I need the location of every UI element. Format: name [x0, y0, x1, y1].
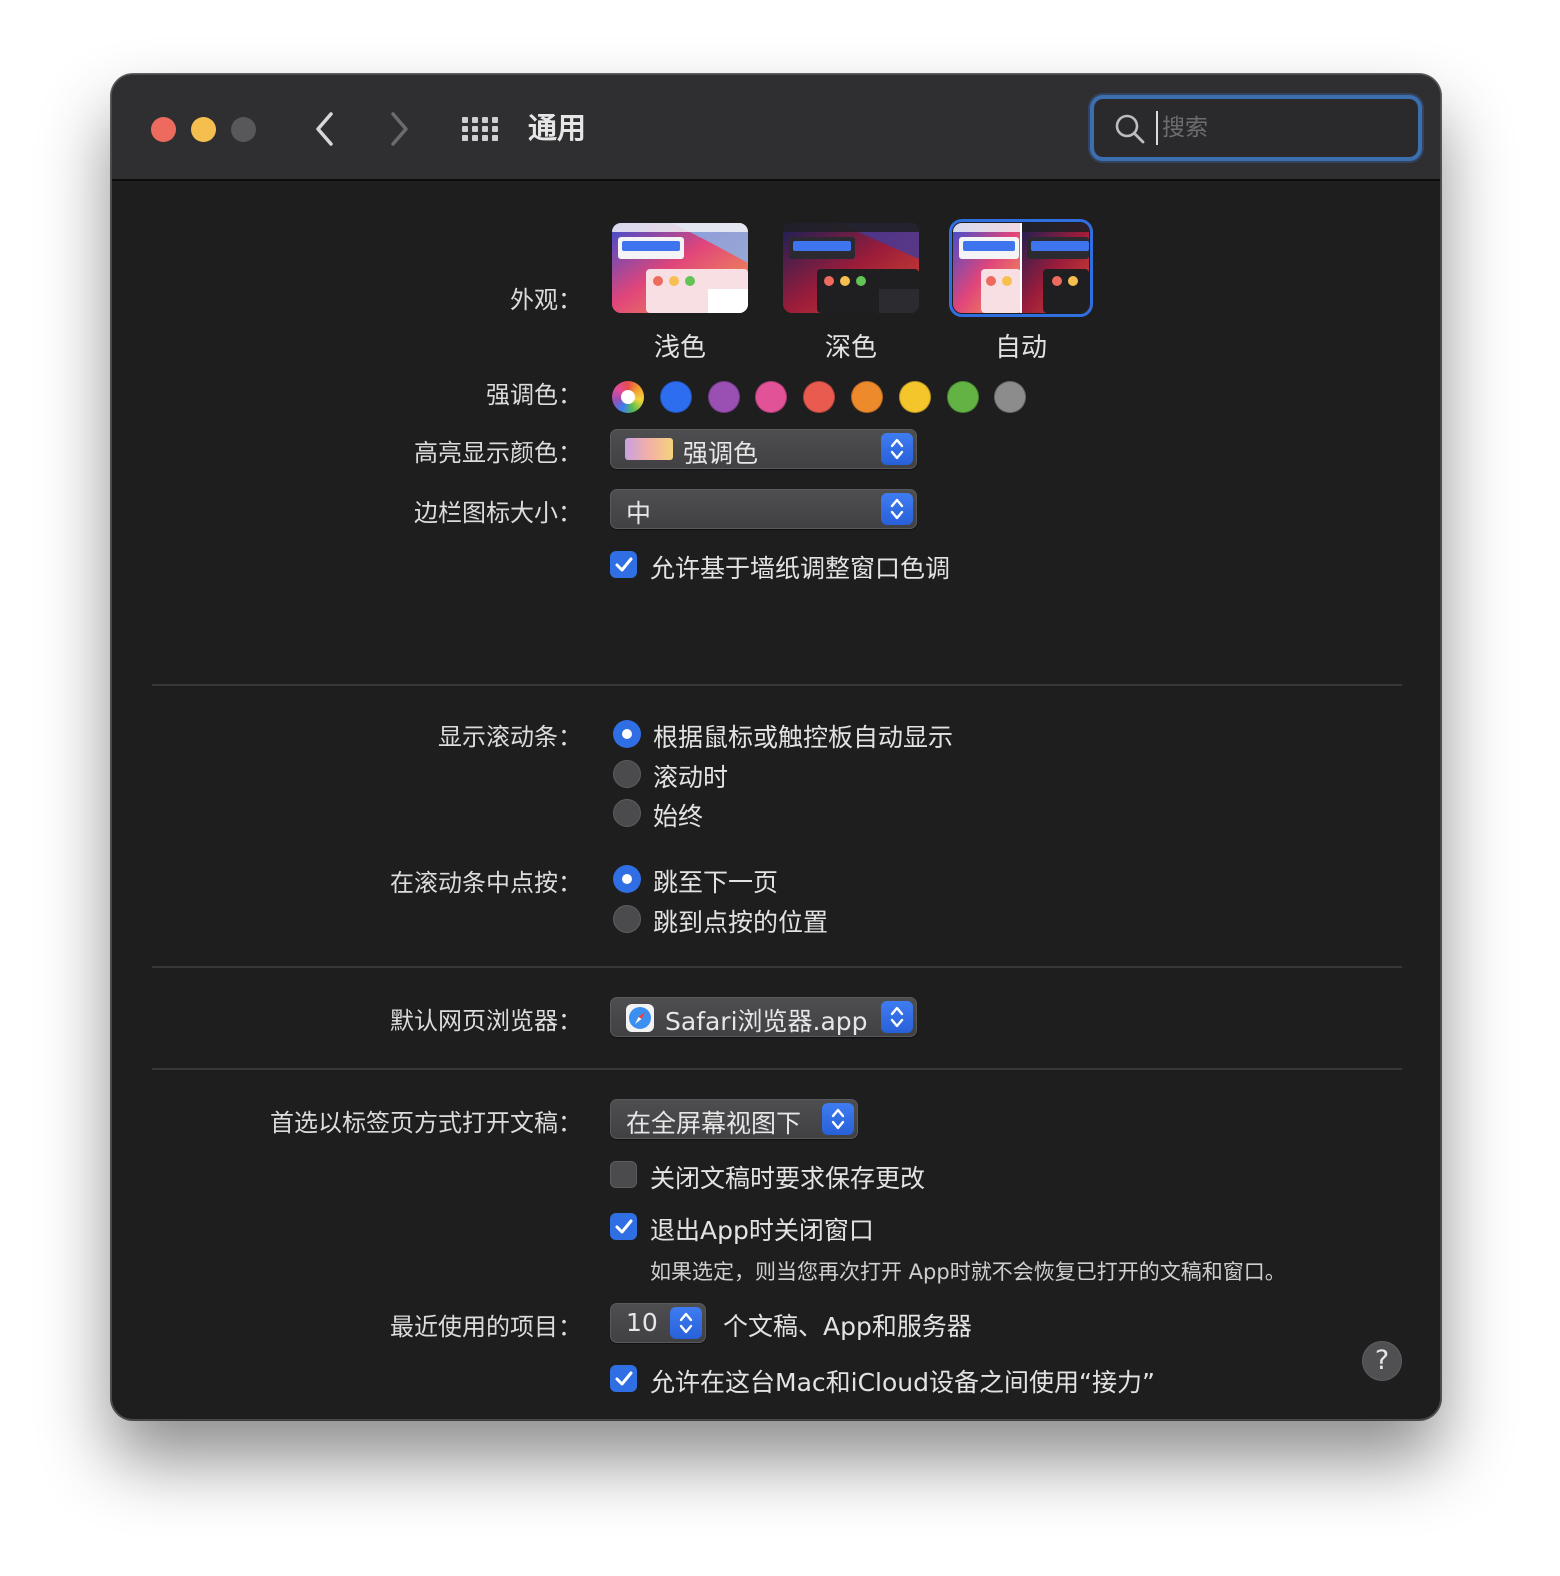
system-preferences-window: 通用 外观：	[111, 74, 1441, 1420]
window-title: 通用	[528, 111, 587, 145]
accent-color-swatch[interactable]	[755, 381, 787, 413]
scroll-bars-automatic-radio[interactable]	[613, 720, 641, 748]
checkmark-icon	[615, 557, 632, 571]
click-scroll-bar-label: 在滚动条中点按：	[390, 869, 582, 897]
grid-icon	[462, 117, 498, 141]
accent-color-swatch[interactable]	[899, 381, 931, 413]
default-browser-label: 默认网页浏览器：	[390, 1007, 582, 1035]
sidebar-icon-size-label: 边栏图标大小：	[414, 499, 582, 527]
highlight-swatch-icon	[625, 438, 673, 460]
accent-color-swatch[interactable]	[851, 381, 883, 413]
appearance-auto-thumbnail[interactable]	[949, 219, 1093, 317]
appearance-label: 外观：	[510, 286, 582, 314]
appearance-light-label: 浅色	[653, 333, 706, 363]
jump-next-page-label: 跳至下一页	[653, 868, 779, 897]
search-icon	[1115, 114, 1145, 144]
back-button[interactable]	[305, 109, 345, 149]
divider	[152, 966, 1402, 968]
appearance-dark-label: 深色	[824, 333, 877, 363]
accent-color-swatch[interactable]	[947, 381, 979, 413]
safari-icon	[626, 1004, 654, 1032]
accent-color-swatch[interactable]	[708, 381, 740, 413]
appearance-light-thumbnail[interactable]	[612, 223, 748, 313]
highlight-color-popup[interactable]: 强调色	[610, 429, 917, 469]
show-all-button[interactable]	[458, 109, 502, 149]
handoff-checkbox[interactable]	[610, 1365, 637, 1392]
popup-arrows-icon	[881, 493, 913, 525]
recent-items-popup[interactable]: 10	[610, 1303, 706, 1343]
chevron-left-icon	[316, 112, 333, 146]
jump-next-page-radio[interactable]	[613, 865, 641, 893]
jump-to-spot-label: 跳到点按的位置	[653, 908, 829, 937]
ask-keep-changes-checkbox[interactable]	[610, 1161, 637, 1188]
chevron-right-icon	[391, 112, 408, 146]
sidebar-icon-size-value: 中	[626, 499, 652, 528]
close-windows-label: 退出App时关闭窗口	[650, 1216, 874, 1245]
checkmark-icon	[615, 1371, 632, 1385]
accent-color-swatch[interactable]	[994, 381, 1026, 413]
popup-arrows-icon	[881, 1001, 913, 1033]
scroll-bars-always-label: 始终	[653, 802, 704, 831]
default-browser-popup[interactable]: Safari浏览器.app	[610, 997, 917, 1037]
zoom-window-button[interactable]	[231, 117, 256, 142]
default-browser-value: Safari浏览器.app	[665, 1007, 868, 1036]
general-pane: 外观： 浅色 深色 自动 强调色： 高亮显示颜色： 强调色 边栏图标大小： 中 …	[112, 183, 1440, 1419]
handoff-label: 允许在这台Mac和iCloud设备之间使用“接力”	[650, 1368, 1155, 1397]
recent-items-label: 最近使用的项目：	[390, 1313, 582, 1341]
selected-dot-icon	[621, 390, 635, 404]
scroll-bars-automatic-label: 根据鼠标或触控板自动显示	[653, 723, 954, 752]
accent-color-label: 强调色：	[486, 381, 582, 409]
divider	[152, 684, 1402, 686]
auto-appearance-icon	[953, 223, 1089, 313]
appearance-auto-label: 自动	[994, 333, 1047, 363]
show-scroll-bars-label: 显示滚动条：	[438, 723, 582, 751]
close-windows-note: 如果选定，则当您再次打开 App时就不会恢复已打开的文稿和窗口。	[650, 1260, 1286, 1284]
prefer-tabs-popup[interactable]: 在全屏幕视图下	[610, 1099, 858, 1139]
forward-button[interactable]	[379, 109, 419, 149]
prefer-tabs-label: 首选以标签页方式打开文稿：	[270, 1109, 582, 1137]
prefer-tabs-value: 在全屏幕视图下	[626, 1109, 802, 1138]
popup-arrows-icon	[822, 1103, 854, 1135]
highlight-color-label: 高亮显示颜色：	[414, 439, 582, 467]
checkmark-icon	[615, 1219, 632, 1233]
accent-color-swatch[interactable]	[660, 381, 692, 413]
search-field[interactable]	[1090, 95, 1422, 161]
jump-to-spot-radio[interactable]	[613, 905, 641, 933]
scroll-bars-when-scrolling-label: 滚动时	[653, 763, 729, 792]
highlight-color-value: 强调色	[683, 439, 759, 468]
search-input[interactable]	[1156, 111, 1406, 145]
titlebar: 通用	[112, 75, 1440, 181]
recent-items-suffix: 个文稿、App和服务器	[723, 1312, 972, 1341]
ask-keep-changes-label: 关闭文稿时要求保存更改	[650, 1164, 926, 1193]
appearance-dark-thumbnail[interactable]	[783, 223, 919, 313]
popup-arrows-icon	[670, 1307, 702, 1339]
help-button[interactable]: ?	[1362, 1341, 1402, 1381]
sidebar-icon-size-popup[interactable]: 中	[610, 489, 917, 529]
scroll-bars-always-radio[interactable]	[613, 799, 641, 827]
popup-arrows-icon	[881, 433, 913, 465]
wallpaper-tinting-label: 允许基于墙纸调整窗口色调	[650, 554, 951, 583]
close-windows-checkbox[interactable]	[610, 1213, 637, 1240]
wallpaper-tinting-checkbox[interactable]	[610, 551, 637, 578]
light-appearance-icon	[612, 223, 748, 313]
scroll-bars-when-scrolling-radio[interactable]	[613, 760, 641, 788]
recent-items-value: 10	[626, 1308, 658, 1337]
minimize-window-button[interactable]	[191, 117, 216, 142]
divider	[152, 1068, 1402, 1070]
accent-color-multicolor[interactable]	[612, 381, 644, 413]
dark-appearance-icon	[783, 223, 919, 313]
accent-color-swatch[interactable]	[803, 381, 835, 413]
close-window-button[interactable]	[151, 117, 176, 142]
